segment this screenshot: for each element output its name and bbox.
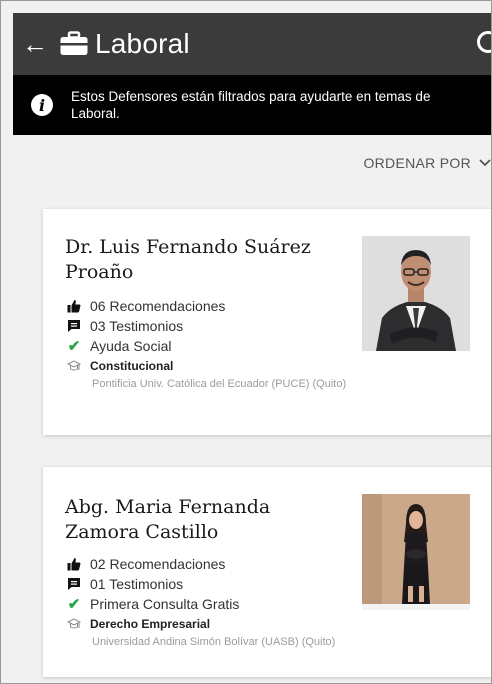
graduation-cap-icon — [67, 360, 81, 371]
banner-text: Estos Defensores están filtrados para ay… — [71, 89, 431, 121]
back-arrow-icon[interactable]: ← — [13, 13, 57, 75]
recommendations-row: 06 Recomendaciones — [67, 296, 367, 316]
specialty-row: Constitucional — [67, 356, 367, 376]
defender-details: 06 Recomendaciones 03 Testimonios ✔ Ayud… — [67, 296, 367, 392]
thumbs-up-icon — [67, 558, 81, 571]
search-icon[interactable] — [477, 31, 491, 53]
university-label: Pontificia Univ. Católica del Ecuador (P… — [92, 378, 347, 390]
recommendations-row: 02 Recomendaciones — [67, 554, 367, 574]
specialty-label: Derecho Empresarial — [90, 617, 211, 631]
app-screen: ← Laboral i Estos Defensores están filtr… — [0, 0, 492, 684]
chat-bubble-icon — [68, 320, 80, 332]
chat-bubble-icon — [68, 578, 80, 590]
graduation-cap-icon — [67, 618, 81, 629]
testimonials-count: 01 Testimonios — [90, 576, 184, 592]
sort-button[interactable]: ORDENAR POR — [363, 155, 491, 171]
specialty-row: Derecho Empresarial — [67, 614, 367, 634]
feature-label: Ayuda Social — [90, 338, 172, 354]
feature-row: ✔ Primera Consulta Gratis — [67, 594, 367, 614]
app-bar: ← Laboral — [13, 13, 491, 75]
thumbs-up-icon — [67, 300, 81, 313]
filter-info-banner: i Estos Defensores están filtrados para … — [13, 75, 491, 135]
sort-label: ORDENAR POR — [363, 155, 471, 171]
testimonials-row: 01 Testimonios — [67, 574, 367, 594]
defender-photo — [362, 494, 470, 610]
feature-label: Primera Consulta Gratis — [90, 596, 240, 612]
check-icon: ✔ — [67, 596, 81, 613]
sort-bar: ORDENAR POR — [13, 135, 491, 199]
defender-name: Dr. Luis Fernando Suárez Proaño — [65, 236, 311, 283]
chevron-down-icon — [479, 159, 491, 167]
testimonials-count: 03 Testimonios — [90, 318, 184, 334]
defender-photo — [362, 236, 470, 351]
defender-name: Abg. Maria Fernanda Zamora Castillo — [65, 496, 271, 543]
testimonials-row: 03 Testimonios — [67, 316, 367, 336]
recommendations-count: 06 Recomendaciones — [90, 298, 226, 314]
check-icon: ✔ — [67, 338, 81, 355]
page-title: Laboral — [95, 28, 190, 59]
feature-row: ✔ Ayuda Social — [67, 336, 367, 356]
defender-card[interactable]: Abg. Maria Fernanda Zamora Castillo 02 R… — [43, 467, 491, 677]
defender-details: 02 Recomendaciones 01 Testimonios ✔ Prim… — [67, 554, 367, 650]
briefcase-icon — [60, 31, 88, 55]
university-label: Universidad Andina Simón Bolívar (UASB) … — [92, 636, 336, 648]
recommendations-count: 02 Recomendaciones — [90, 556, 226, 572]
info-icon: i — [31, 94, 53, 116]
specialty-label: Constitucional — [90, 359, 174, 373]
defender-card[interactable]: Dr. Luis Fernando Suárez Proaño 06 Recom… — [43, 209, 491, 435]
